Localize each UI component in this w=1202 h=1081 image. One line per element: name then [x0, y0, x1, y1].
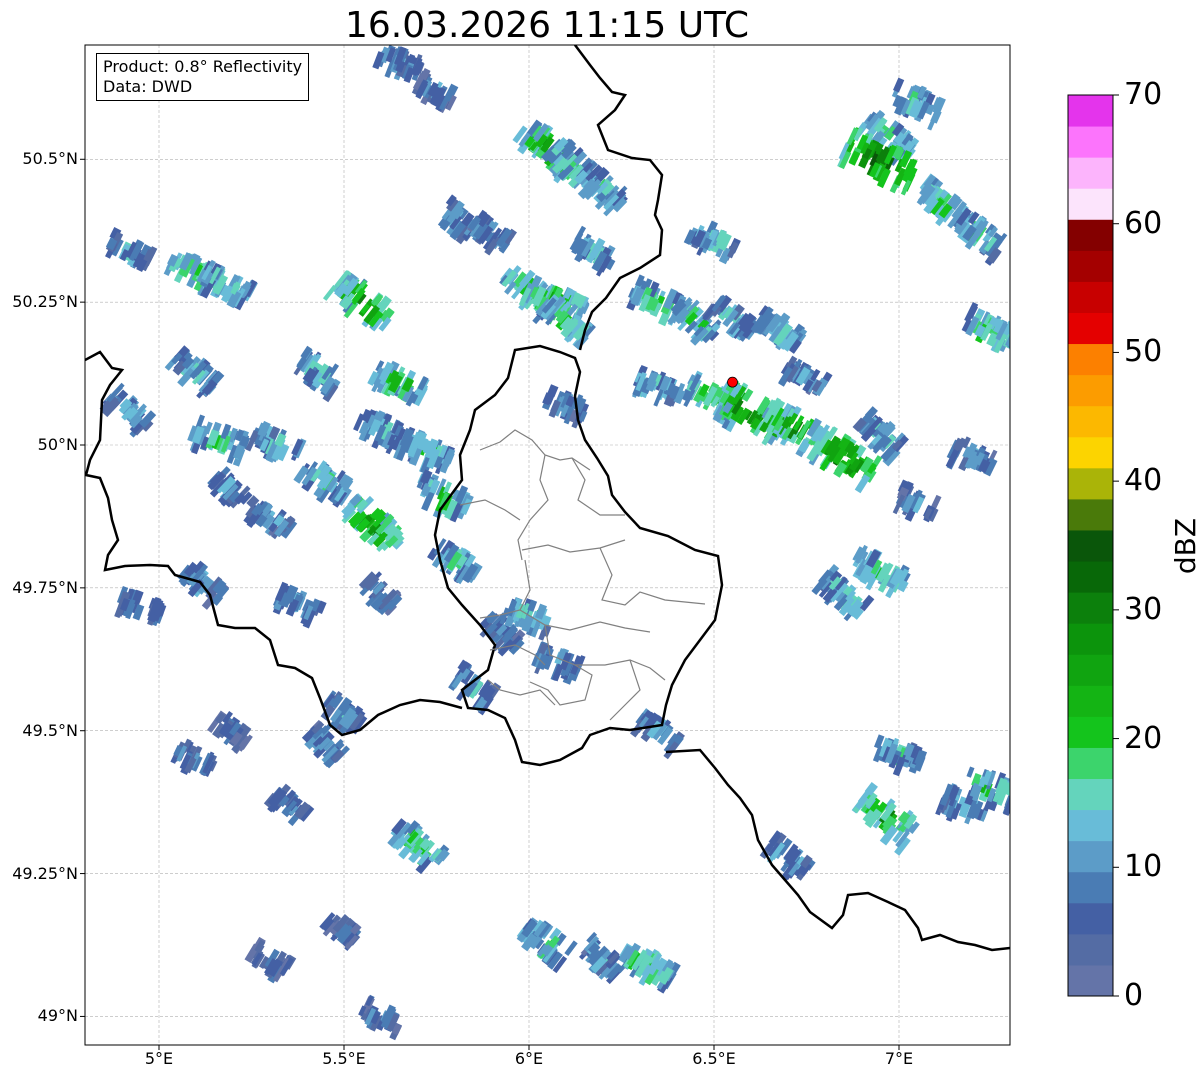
echo-cell	[319, 912, 362, 952]
colorbar-segment	[1068, 561, 1113, 593]
colorbar-segment	[1068, 623, 1113, 655]
lon-tick-label: 5°E	[144, 1049, 174, 1068]
colorbar-segment	[1068, 933, 1113, 966]
lat-tick-label: 49°N	[37, 1006, 78, 1026]
echo-cell	[541, 384, 590, 429]
echo-cell	[367, 360, 430, 407]
colorbar-tick-label: 60	[1124, 205, 1163, 241]
echo-cell	[759, 830, 816, 882]
colorbar-tick-label: 70	[1124, 77, 1163, 112]
echo-cell	[416, 469, 474, 523]
echo-pixel	[1008, 791, 1010, 813]
echo-cell	[569, 225, 616, 277]
echo-cell	[358, 994, 403, 1041]
echo-cell	[531, 641, 586, 685]
colorbar-tick-label: 0	[1124, 978, 1144, 1013]
echo-pixel	[966, 766, 975, 778]
echo-cell	[358, 571, 403, 617]
product-info-box: Product: 0.8° Reflectivity Data: DWD	[96, 53, 310, 101]
echo-cell	[630, 708, 685, 760]
colorbar-segment	[1068, 250, 1113, 282]
lon-tick-label: 6.5°E	[692, 1049, 736, 1068]
echo-cell	[632, 364, 686, 407]
colorbar-segment	[1068, 902, 1113, 935]
product-label: Product: 0.8° Reflectivity	[103, 57, 303, 76]
echo-cell	[961, 302, 1010, 354]
colorbar-segment	[1068, 840, 1113, 873]
lat-tick-label: 49.5°N	[22, 720, 78, 740]
echo-cell	[207, 710, 253, 755]
radar-map	[80, 44, 1119, 1050]
colorbar-segment	[1068, 964, 1113, 997]
colorbar-segment	[1068, 467, 1113, 500]
colorbar-segment	[1068, 716, 1113, 748]
data-source-label: Data: DWD	[103, 77, 193, 96]
colorbar-tick-label: 50	[1124, 334, 1163, 370]
colorbar-segment	[1068, 312, 1113, 345]
colorbar-segment	[1068, 281, 1113, 313]
colorbar-segment	[1068, 219, 1113, 251]
lon-tick-label: 7°E	[884, 1049, 914, 1068]
colorbar-segment	[1068, 498, 1113, 531]
lat-tick-label: 49.25°N	[12, 863, 78, 883]
echo-cell	[244, 936, 297, 984]
echo-cell	[387, 818, 450, 875]
echo-cell	[263, 783, 315, 827]
echo-cell	[778, 355, 833, 397]
echo-cell	[272, 581, 327, 629]
colorbar-segment	[1068, 747, 1113, 780]
radar-echoes	[99, 45, 1010, 1041]
colorbar-segment	[1068, 405, 1113, 438]
colorbar-segment	[1068, 126, 1113, 158]
echo-cell	[750, 305, 808, 354]
lon-tick-label: 6°E	[514, 1049, 544, 1068]
echo-cell	[105, 227, 158, 272]
colorbar-segment	[1068, 529, 1113, 562]
echo-cell	[683, 220, 741, 265]
colorbar-segment	[1068, 343, 1113, 376]
colorbar-segment	[1068, 809, 1113, 842]
echo-cell	[170, 738, 218, 778]
colorbar-segment	[1068, 778, 1113, 811]
colorbar-segment	[1068, 871, 1113, 904]
echo-cell	[945, 436, 998, 477]
echo-cell	[427, 538, 483, 585]
echo-pixel	[1009, 328, 1010, 348]
echo-cell	[245, 420, 307, 463]
colorbar-segment	[1068, 95, 1113, 127]
echo-cell	[187, 414, 251, 467]
echo-cell	[341, 493, 405, 552]
colorbar-tick-label: 10	[1124, 849, 1163, 885]
echo-pixel	[564, 940, 578, 957]
colorbar-segment	[1068, 157, 1113, 189]
colorbar-tick-label: 30	[1124, 591, 1163, 627]
colorbar-segment	[1068, 374, 1113, 407]
lat-tick-label: 49.75°N	[12, 577, 78, 597]
colorbar-label: dBZ	[1169, 517, 1202, 575]
lon-tick-label: 5.5°E	[322, 1049, 366, 1068]
echo-cell	[872, 734, 928, 777]
lat-tick-label: 50°N	[37, 435, 78, 454]
colorbar-segment	[1068, 654, 1113, 686]
echo-pixel	[893, 77, 905, 93]
lat-tick-label: 50.5°N	[22, 149, 78, 169]
colorbar-segment	[1068, 188, 1113, 220]
colorbar-tick-label: 20	[1124, 720, 1163, 756]
colorbar-tick-label: 40	[1124, 463, 1163, 499]
echo-cell	[516, 917, 578, 974]
echo-cell	[851, 781, 920, 856]
colorbar-segment	[1068, 685, 1113, 717]
echo-cell	[293, 345, 341, 403]
colorbar	[1068, 94, 1119, 997]
echo-cell	[322, 270, 395, 332]
echo-cell	[892, 479, 942, 523]
echo-cell	[164, 345, 225, 399]
border-germany-france	[665, 748, 1010, 952]
radar-site-marker	[727, 376, 738, 388]
colorbar-segment	[1068, 436, 1113, 469]
echo-cell	[114, 586, 167, 627]
canton-borders	[459, 429, 706, 721]
lat-tick-label: 50.25°N	[12, 292, 78, 312]
colorbar-segment	[1068, 592, 1113, 624]
